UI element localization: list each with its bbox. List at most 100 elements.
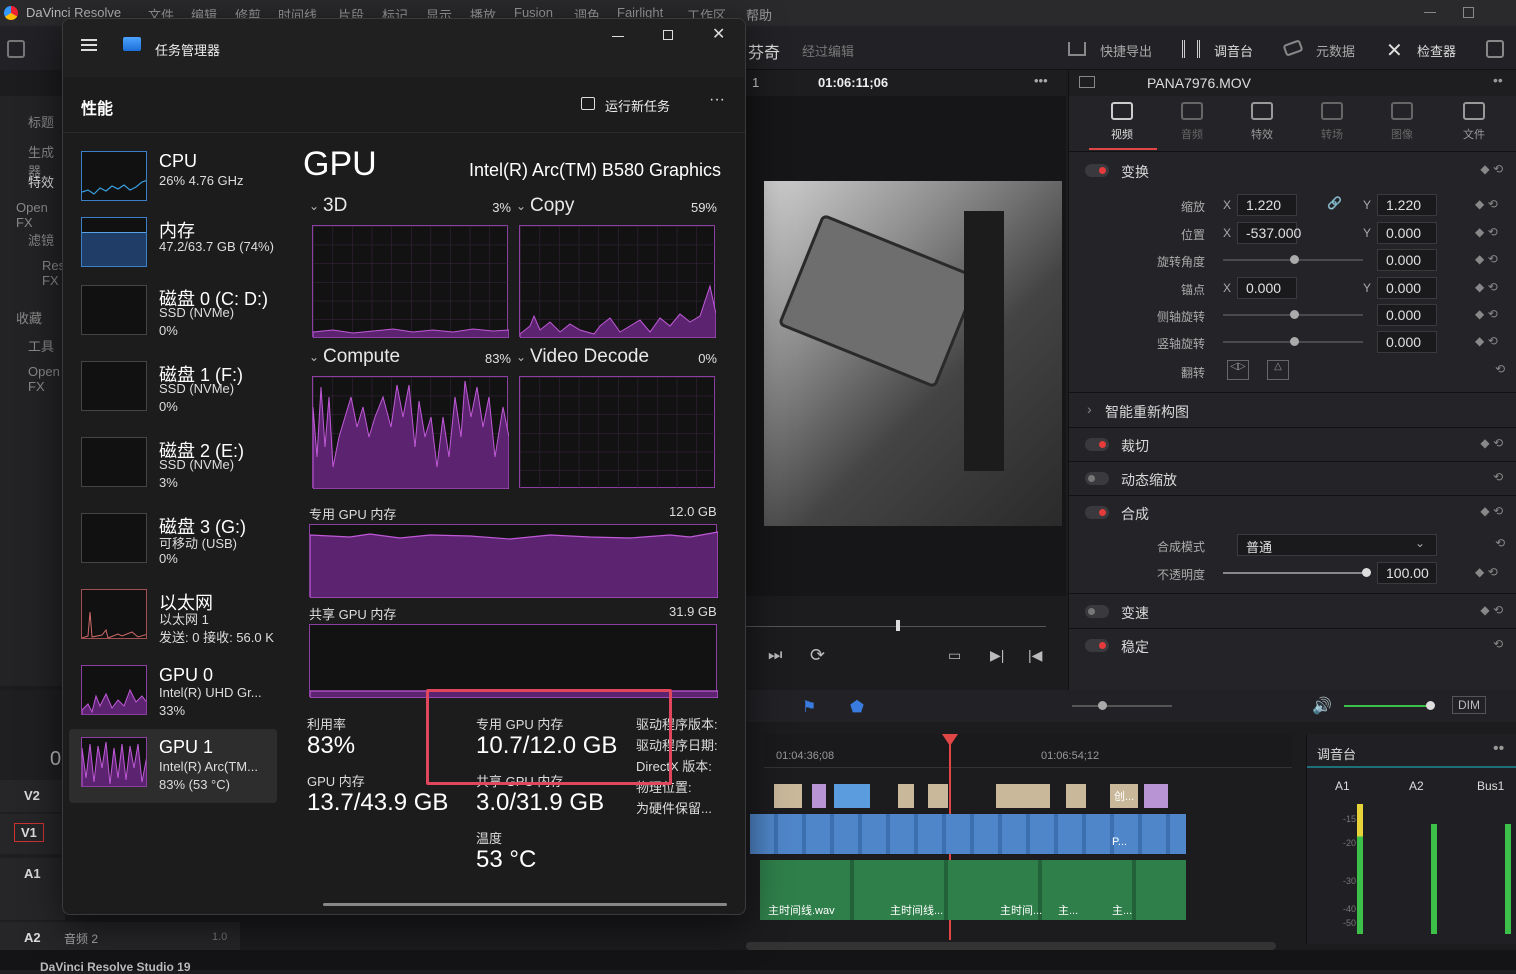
engine-copy-label[interactable]: Copy [530,195,574,217]
dynamic-zoom-section[interactable]: 动态缩放 ⟲ [1083,464,1503,494]
menu-help[interactable]: 帮助 [746,5,772,24]
keyframe-icon[interactable]: ◆ ⟲ [1475,197,1498,211]
anchor-y-field[interactable]: 0.000 [1377,277,1437,299]
library-item[interactable]: Open FX [16,200,65,230]
keyframe-icon[interactable]: ◆ ⟲ [1475,334,1498,348]
inspector-icon[interactable]: ✕ [1386,38,1403,63]
clip-thumb[interactable] [834,784,870,808]
flip-horizontal-icon[interactable]: ◁▷ [1227,360,1249,380]
keyframe-icon[interactable]: ◆ ⟲ [1475,565,1498,579]
library-item[interactable]: 收藏 [16,308,42,327]
volume-knob[interactable] [1426,701,1435,710]
zoom-x-field[interactable]: 1.220 [1237,194,1297,216]
chevron-down-icon[interactable]: ⌄ [309,350,319,364]
clip-thumb[interactable] [898,784,914,808]
zoom-y-field[interactable]: 1.220 [1377,194,1437,216]
horizontal-scrollbar[interactable] [746,942,1276,950]
video-viewer[interactable]: ⏭ ⟳ ▭ ▶| |◀ [746,96,1066,665]
composite-mode-select[interactable]: 普通 [1237,534,1437,556]
more-icon[interactable]: •• [1493,72,1503,88]
maximize-icon[interactable] [1463,7,1474,18]
keyframe-icon[interactable]: ◆ ⟲ [1480,436,1503,450]
v1-track-clips[interactable] [750,814,1186,854]
tab-image[interactable]: 图像 [1367,102,1437,142]
volume-icon[interactable]: 🔊 [1312,696,1332,716]
sidebar-item-cpu[interactable]: CPU 26% 4.76 GHz [69,143,277,217]
library-item[interactable]: 滤镜 [28,230,54,249]
minimize-icon[interactable] [1424,12,1436,13]
composite-section[interactable]: 合成 ◆ ⟲ [1083,498,1503,528]
tab-effects[interactable]: 特效 [1227,102,1297,142]
transform-section[interactable]: 变换 ◆ ⟲ [1083,156,1503,186]
yaw-field[interactable]: 0.000 [1377,331,1437,353]
clip-thumb[interactable]: 创... [1110,784,1138,808]
inspector-button[interactable]: 检查器 [1417,41,1456,60]
enable-toggle[interactable] [1085,605,1109,618]
enable-toggle[interactable] [1085,472,1109,485]
prev-frame-icon[interactable]: |◀ [1028,647,1042,664]
minimize-icon[interactable] [612,36,624,37]
marker-icon[interactable]: ⬟ [850,697,864,717]
panel-toggle-icon[interactable] [7,40,25,58]
reset-icon[interactable]: ⟲ [1495,362,1505,376]
chevron-down-icon[interactable]: ⌄ [516,199,526,213]
reset-icon[interactable]: ⟲ [1495,536,1505,550]
sidebar-item-memory[interactable]: 内存 47.2/63.7 GB (74%) [69,209,277,283]
enable-toggle[interactable] [1085,506,1109,519]
link-icon[interactable]: 🔗 [1327,196,1342,210]
horizontal-scrollbar[interactable] [323,903,727,906]
keyframe-icon[interactable]: ◆ ⟲ [1480,162,1503,176]
metadata-icon[interactable] [1282,39,1304,57]
enable-toggle[interactable] [1085,164,1109,177]
tab-audio[interactable]: 音频 [1157,102,1227,142]
opacity-field[interactable]: 100.00 [1377,562,1437,584]
next-frame-icon[interactable]: ▶| [990,647,1004,664]
tab-transition[interactable]: 转场 [1297,102,1367,142]
engine-video-decode-label[interactable]: Video Decode [530,346,649,368]
volume-slider[interactable] [1344,705,1432,707]
loop-icon[interactable]: ⟳ [810,645,825,666]
clip-thumb[interactable] [928,784,948,808]
keyframe-icon[interactable]: ◆ ⟲ [1475,252,1498,266]
close-icon[interactable]: ✕ [712,24,725,44]
library-item[interactable]: Open FX [28,364,65,394]
clip-thumb[interactable] [1144,784,1168,808]
flag-icon[interactable]: ⚑ [802,697,816,717]
zoom-knob[interactable] [1098,701,1107,710]
flip-vertical-icon[interactable]: △ [1267,360,1289,380]
keyframe-icon[interactable]: ◆ ⟲ [1475,280,1498,294]
sidebar-item-disk2[interactable]: 磁盘 2 (E:) SSD (NVMe) 3% [69,429,277,503]
mixer-icon[interactable] [1182,40,1200,58]
crop-section[interactable]: 裁切 ◆ ⟲ [1083,430,1503,460]
sidebar-item-ethernet[interactable]: 以太网 以太网 1 发送: 0 接收: 56.0 K [69,581,277,655]
reset-icon[interactable]: ⟲ [1493,470,1503,484]
chevron-down-icon[interactable]: ⌄ [309,199,319,213]
tab-file[interactable]: 文件 [1439,102,1509,142]
mixer-button[interactable]: 调音台 [1214,41,1253,60]
clip-thumb[interactable] [774,784,802,808]
timeline-ruler[interactable] [764,734,1292,768]
timecode-display[interactable]: 01:06:11;06 [818,75,888,90]
viewer-zoom[interactable]: 1 [752,75,759,90]
position-x-field[interactable]: -537.000 [1237,222,1301,244]
position-y-field[interactable]: 0.000 [1377,222,1437,244]
enable-toggle[interactable] [1085,639,1109,652]
smart-reframe-section[interactable]: › 智能重新构图 [1083,396,1503,426]
rotation-field[interactable]: 0.000 [1377,249,1437,271]
stabilize-section[interactable]: 稳定 ⟲ [1083,631,1503,661]
collapse-icon[interactable] [1486,40,1504,58]
reset-icon[interactable]: ⟲ [1493,637,1503,651]
pitch-field[interactable]: 0.000 [1377,304,1437,326]
opacity-slider[interactable] [1223,572,1367,574]
library-item[interactable]: 标题 [28,112,54,131]
keyframe-icon[interactable]: ◆ ⟲ [1475,307,1498,321]
track-header-a1[interactable]: A1 [0,858,65,920]
keyframe-icon[interactable]: ◆ ⟲ [1480,504,1503,518]
clip-thumb[interactable] [812,784,826,808]
library-item[interactable]: 工具 [28,336,54,355]
anchor-x-field[interactable]: 0.000 [1237,277,1297,299]
zoom-slider[interactable] [1072,705,1172,707]
clip-thumb[interactable] [1066,784,1086,808]
next-clip-icon[interactable]: ⏭ [768,647,782,665]
library-item[interactable]: 特效 [28,172,54,191]
